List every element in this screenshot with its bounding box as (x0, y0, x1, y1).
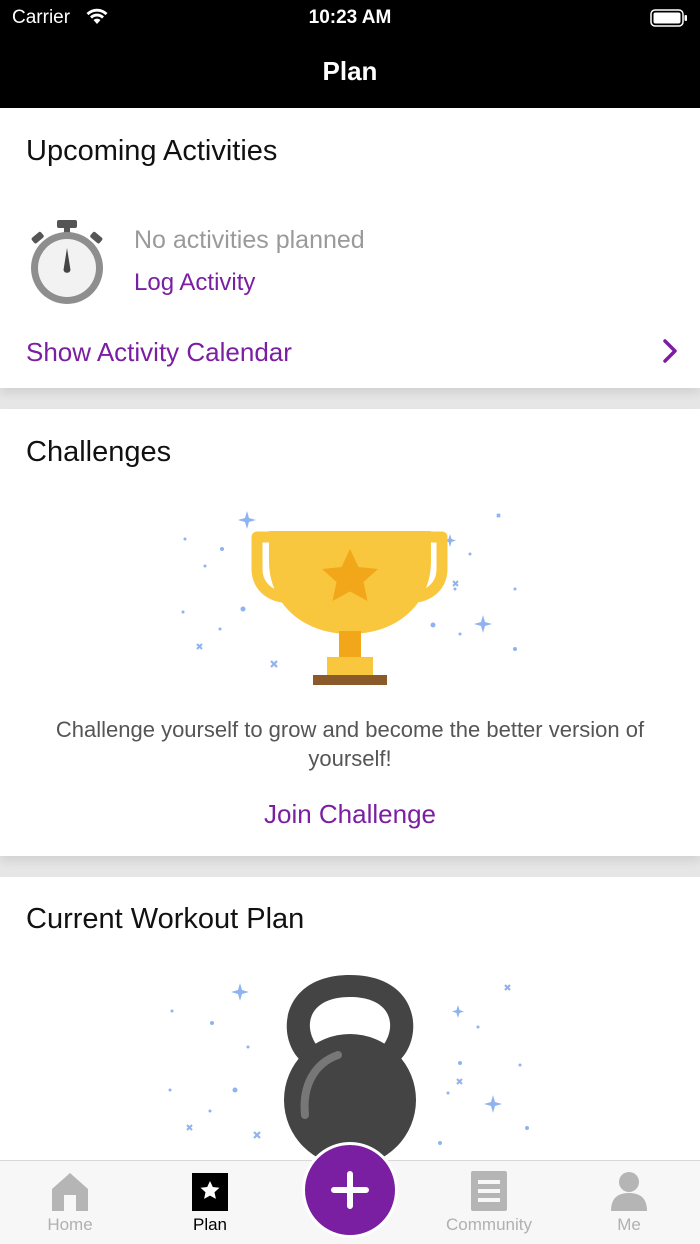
community-icon (471, 1171, 507, 1211)
tab-me[interactable]: Me (569, 1171, 689, 1241)
current-workout-plan-title: Current Workout Plan (26, 903, 305, 935)
tab-community[interactable]: Community (429, 1171, 549, 1241)
join-challenge-button[interactable]: Join Challenge (0, 799, 700, 830)
challenges-title: Challenges (26, 436, 172, 468)
upcoming-activities-card: Upcoming Activities No activities planne… (0, 108, 700, 388)
upcoming-activities-title: Upcoming Activities (26, 135, 278, 167)
chevron-right-icon[interactable] (662, 338, 678, 364)
status-time: 10:23 AM (308, 7, 392, 28)
status-bar: Carrier 10:23 AM (0, 0, 700, 36)
add-button[interactable] (302, 1142, 398, 1238)
tab-me-label: Me (617, 1215, 641, 1234)
tab-home-label: Home (47, 1215, 93, 1234)
kettlebell-icon (168, 975, 529, 1160)
plan-star-icon (192, 1173, 228, 1211)
tab-home[interactable]: Home (10, 1171, 130, 1241)
trophy-icon (181, 511, 517, 685)
show-activity-calendar-link[interactable]: Show Activity Calendar (26, 337, 292, 368)
person-icon (611, 1172, 647, 1211)
tab-plan[interactable]: Plan (150, 1171, 270, 1241)
plus-icon (331, 1171, 369, 1209)
stopwatch-icon (31, 220, 103, 304)
current-workout-plan-card: Current Workout Plan (0, 877, 700, 1160)
no-activities-text: No activities planned (134, 226, 365, 254)
tab-plan-label: Plan (192, 1215, 228, 1234)
navigation-bar: Plan (0, 36, 700, 108)
battery-icon (650, 9, 687, 27)
log-activity-link[interactable]: Log Activity (134, 269, 255, 297)
tab-community-label: Community (446, 1215, 532, 1234)
challenges-card: Challenges Challenge yourself to grow an… (0, 409, 700, 856)
challenge-description: Challenge yourself to grow and become th… (55, 717, 645, 771)
page-title: Plan (322, 56, 378, 86)
home-icon (52, 1173, 88, 1211)
